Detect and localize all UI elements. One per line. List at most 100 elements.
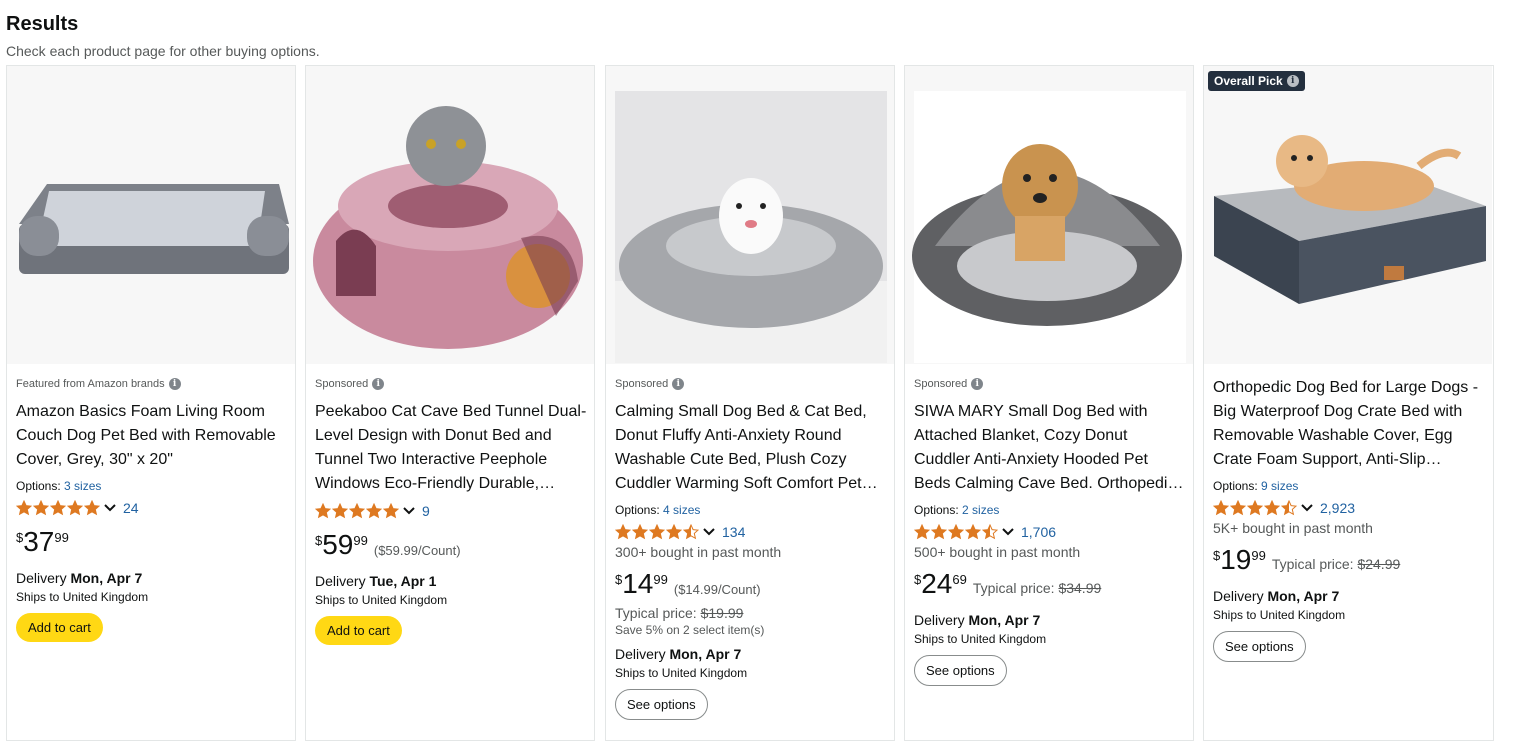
ships-to: Ships to United Kingdom — [615, 666, 748, 680]
star-icon — [666, 524, 682, 540]
typical-price: Typical price: $24.99 — [1271, 556, 1401, 572]
star-icon — [931, 524, 947, 540]
info-icon[interactable]: i — [672, 378, 685, 390]
star-rating[interactable] — [914, 524, 999, 540]
see-options-button[interactable]: See options — [615, 689, 708, 720]
options-line: Options: 4 sizes — [615, 503, 701, 517]
unit-price: ($59.99/Count) — [373, 543, 461, 558]
delivery-info: Delivery Mon, Apr 7 — [16, 570, 143, 586]
sizes-link[interactable]: 3 sizes — [64, 479, 101, 493]
price: $ 37 99 — [16, 526, 69, 557]
sizes-link[interactable]: 4 sizes — [663, 503, 700, 517]
sizes-link[interactable]: 9 sizes — [1261, 479, 1298, 493]
delivery-info: Delivery Mon, Apr 7 — [914, 612, 1041, 628]
product-card: Sponsored i Peekaboo Cat Cave Bed Tunnel… — [305, 65, 595, 741]
info-icon[interactable]: i — [971, 378, 984, 390]
sponsored-tag: Sponsored i — [615, 376, 887, 392]
star-rating[interactable] — [1213, 500, 1298, 516]
product-image[interactable] — [7, 66, 295, 364]
product-title[interactable]: SIWA MARY Small Dog Bed with Attached Bl… — [914, 400, 1186, 496]
unit-price: ($14.99/Count) — [673, 582, 761, 597]
product-card: Sponsored i SIWA MARY Small Dog Bed with… — [904, 65, 1194, 741]
results-subheading: Check each product page for other buying… — [6, 43, 320, 59]
star-icon — [16, 500, 32, 516]
add-to-cart-button[interactable]: Add to cart — [315, 616, 402, 645]
product-image[interactable] — [606, 66, 894, 364]
options-line: Options: 3 sizes — [16, 479, 102, 493]
star-icon — [965, 524, 981, 540]
star-icon — [366, 503, 382, 519]
chevron-down-icon[interactable] — [402, 506, 416, 516]
rating-row: 2,923 — [1213, 498, 1485, 518]
star-icon — [1281, 500, 1297, 516]
star-rating[interactable] — [315, 503, 400, 519]
sizes-link[interactable]: 2 sizes — [962, 503, 999, 517]
review-count[interactable]: 2,923 — [1320, 500, 1355, 516]
star-icon — [615, 524, 631, 540]
rating-row: 1,706 — [914, 522, 1186, 542]
star-rating[interactable] — [615, 524, 700, 540]
star-icon — [383, 503, 399, 519]
price: $ 19 99 Typical price: $24.99 — [1213, 544, 1401, 575]
chevron-down-icon[interactable] — [702, 527, 716, 537]
info-icon[interactable]: i — [372, 378, 385, 390]
sponsored-tag: Sponsored i — [315, 376, 587, 392]
star-icon — [1230, 500, 1246, 516]
product-title[interactable]: Amazon Basics Foam Living Room Couch Dog… — [16, 400, 288, 472]
star-icon — [683, 524, 699, 540]
chevron-down-icon[interactable] — [103, 503, 117, 513]
rating-row: 134 — [615, 522, 887, 542]
product-image[interactable] — [306, 66, 594, 364]
see-options-button[interactable]: See options — [914, 655, 1007, 686]
delivery-info: Delivery Mon, Apr 7 — [1213, 588, 1340, 604]
bought-count: 500+ bought in past month — [914, 544, 1081, 560]
bought-count: 300+ bought in past month — [615, 544, 782, 560]
options-line: Options: 2 sizes — [914, 503, 1000, 517]
price: $ 24 69 Typical price: $34.99 — [914, 568, 1102, 599]
ships-to: Ships to United Kingdom — [1213, 608, 1346, 622]
star-icon — [84, 500, 100, 516]
bought-count: 5K+ bought in past month — [1213, 520, 1373, 536]
add-to-cart-button[interactable]: Add to cart — [16, 613, 103, 642]
star-icon — [33, 500, 49, 516]
star-icon — [1247, 500, 1263, 516]
review-count[interactable]: 134 — [722, 524, 745, 540]
review-count[interactable]: 1,706 — [1021, 524, 1056, 540]
product-image[interactable] — [905, 66, 1193, 364]
product-image[interactable]: Overall Pick i — [1204, 66, 1492, 364]
sponsored-tag: Sponsored i — [914, 376, 1186, 392]
review-count[interactable]: 9 — [422, 503, 430, 519]
product-title[interactable]: Calming Small Dog Bed & Cat Bed, Donut F… — [615, 400, 887, 496]
review-count[interactable]: 24 — [123, 500, 139, 516]
results-heading: Results — [6, 13, 79, 35]
star-icon — [914, 524, 930, 540]
product-card: Sponsored i Calming Small Dog Bed & Cat … — [605, 65, 895, 741]
rating-row: 9 — [315, 501, 587, 521]
product-card: Featured from Amazon brands i Amazon Bas… — [6, 65, 296, 741]
star-icon — [982, 524, 998, 540]
delivery-info: Delivery Mon, Apr 7 — [615, 646, 742, 662]
star-rating[interactable] — [16, 500, 101, 516]
star-icon — [349, 503, 365, 519]
info-icon[interactable]: i — [168, 378, 181, 390]
price: $ 14 99 ($14.99/Count) — [615, 568, 761, 599]
star-icon — [649, 524, 665, 540]
product-title[interactable]: Orthopedic Dog Bed for Large Dogs - Big … — [1213, 376, 1485, 472]
info-icon[interactable]: i — [1286, 75, 1299, 87]
options-line: Options: 9 sizes — [1213, 479, 1299, 493]
product-title[interactable]: Peekaboo Cat Cave Bed Tunnel Dual-Level … — [315, 400, 587, 496]
star-icon — [632, 524, 648, 540]
star-icon — [315, 503, 331, 519]
typical-price: Typical price: $19.99 — [615, 605, 744, 621]
rating-row: 24 — [16, 498, 288, 518]
see-options-button[interactable]: See options — [1213, 631, 1306, 662]
ships-to: Ships to United Kingdom — [914, 632, 1047, 646]
chevron-down-icon[interactable] — [1001, 527, 1015, 537]
product-card: Overall Pick i Orthopedic Dog Bed for La… — [1203, 65, 1494, 741]
star-icon — [1264, 500, 1280, 516]
star-icon — [948, 524, 964, 540]
chevron-down-icon[interactable] — [1300, 503, 1314, 513]
ships-to: Ships to United Kingdom — [16, 590, 149, 604]
star-icon — [332, 503, 348, 519]
price: $ 59 99 ($59.99/Count) — [315, 529, 461, 560]
